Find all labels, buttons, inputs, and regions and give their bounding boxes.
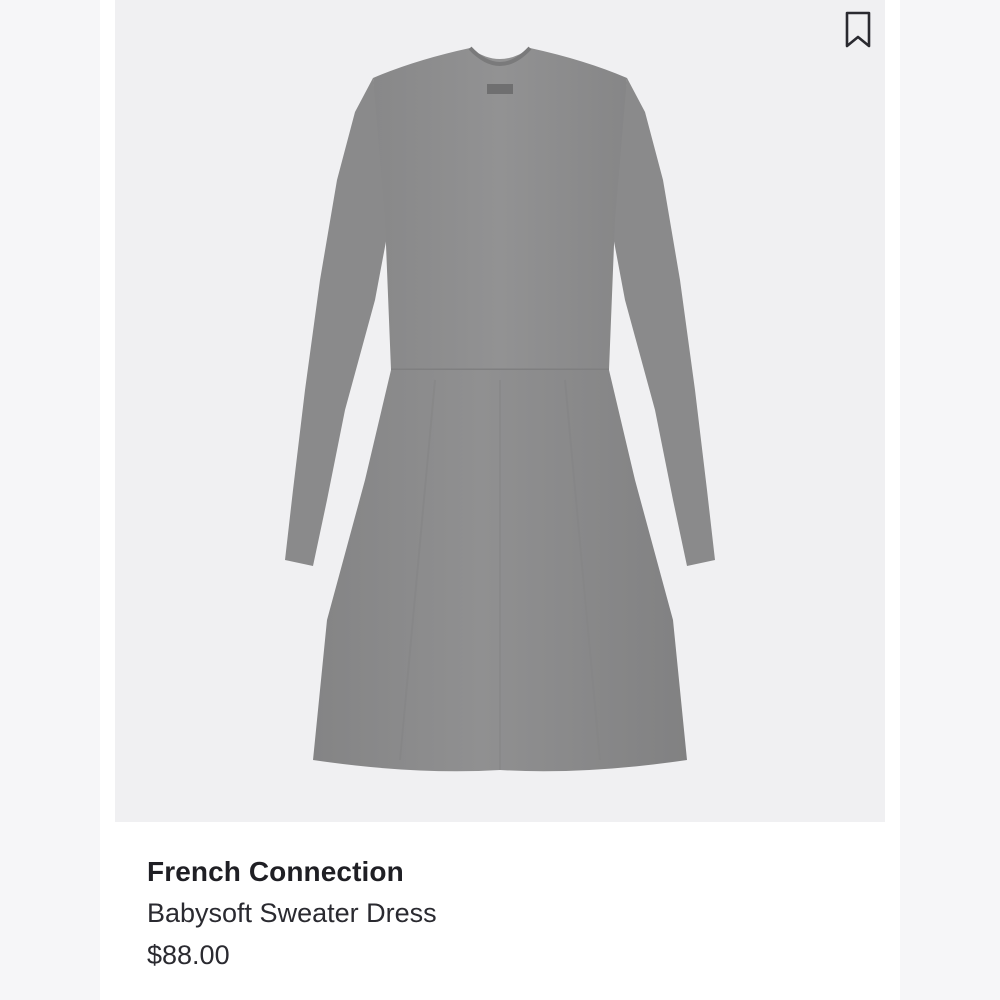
bookmark-button[interactable] xyxy=(842,8,874,52)
product-image xyxy=(285,46,715,772)
product-page: French Connection Babysoft Sweater Dress… xyxy=(0,0,1000,1000)
product-price: $88.00 xyxy=(147,940,230,970)
product-info: French Connection Babysoft Sweater Dress… xyxy=(147,852,847,976)
brand-name: French Connection xyxy=(147,856,404,887)
product-name: Babysoft Sweater Dress xyxy=(147,898,437,928)
product-card[interactable]: French Connection Babysoft Sweater Dress… xyxy=(100,0,900,1000)
product-image-area[interactable] xyxy=(115,0,885,822)
bookmark-icon xyxy=(845,11,871,48)
